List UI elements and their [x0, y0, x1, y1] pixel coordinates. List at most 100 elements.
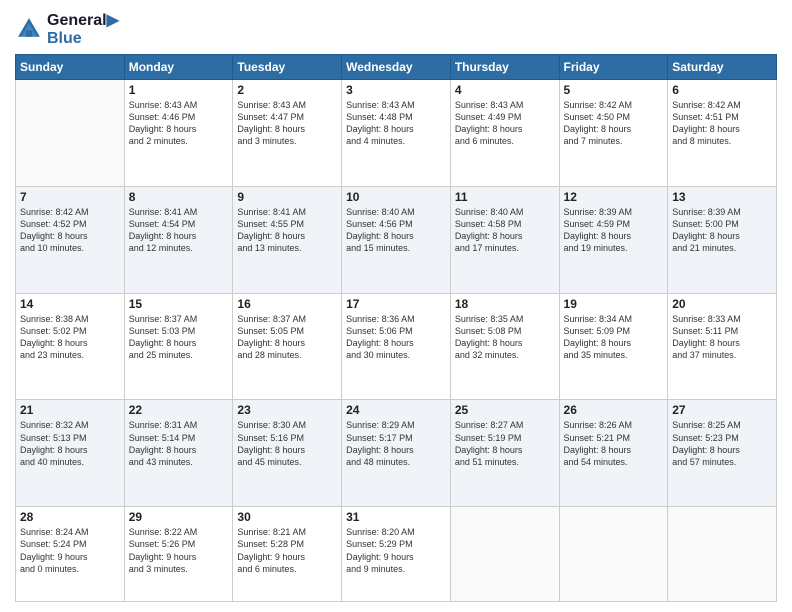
day-cell: 16 Sunrise: 8:37 AMSunset: 5:05 PMDayligh…	[233, 293, 342, 400]
header-cell-monday: Monday	[124, 55, 233, 80]
day-cell: 11Sunrise: 8:40 AMSunset: 4:58 PMDayligh…	[450, 186, 559, 293]
day-info: Sunrise: 8:41 AMSunset: 4:55 PMDaylight:…	[237, 206, 337, 255]
day-number: 20	[672, 297, 772, 311]
day-info: Sunrise: 8:43 AMSunset: 4:48 PMDaylight:…	[346, 99, 446, 148]
header-row: SundayMondayTuesdayWednesdayThursdayFrid…	[16, 55, 777, 80]
day-cell: 6 Sunrise: 8:42 AMSunset: 4:51 PMDaylight…	[668, 80, 777, 187]
day-info: Sunrise: 8:37 AMSunset: 5:05 PMDaylight:…	[237, 313, 337, 362]
week-row-5: 28 Sunrise: 8:24 AMSunset: 5:24 PMDayligh…	[16, 507, 777, 602]
week-row-4: 21 Sunrise: 8:32 AMSunset: 5:13 PMDayligh…	[16, 400, 777, 507]
day-info: Sunrise: 8:34 AMSunset: 5:09 PMDaylight:…	[564, 313, 664, 362]
day-info: Sunrise: 8:42 AMSunset: 4:51 PMDaylight:…	[672, 99, 772, 148]
day-number: 13	[672, 190, 772, 204]
day-info: Sunrise: 8:43 AMSunset: 4:46 PMDaylight:…	[129, 99, 229, 148]
day-info: Sunrise: 8:38 AMSunset: 5:02 PMDaylight:…	[20, 313, 120, 362]
day-number: 18	[455, 297, 555, 311]
day-number: 7	[20, 190, 120, 204]
day-cell: 2Sunrise: 8:43 AMSunset: 4:47 PMDaylight…	[233, 80, 342, 187]
day-info: Sunrise: 8:33 AMSunset: 5:11 PMDaylight:…	[672, 313, 772, 362]
calendar-table: SundayMondayTuesdayWednesdayThursdayFrid…	[15, 54, 777, 602]
day-number: 17	[346, 297, 446, 311]
day-cell	[16, 80, 125, 187]
day-number: 15	[129, 297, 229, 311]
day-number: 10	[346, 190, 446, 204]
day-number: 27	[672, 403, 772, 417]
day-cell: 27 Sunrise: 8:25 AMSunset: 5:23 PMDayligh…	[668, 400, 777, 507]
day-number: 21	[20, 403, 120, 417]
day-cell: 12 Sunrise: 8:39 AMSunset: 4:59 PMDayligh…	[559, 186, 668, 293]
day-cell: 22Sunrise: 8:31 AMSunset: 5:14 PMDayligh…	[124, 400, 233, 507]
day-info: Sunrise: 8:40 AMSunset: 4:56 PMDaylight:…	[346, 206, 446, 255]
header: General▶ Blue	[15, 10, 777, 48]
day-cell: 28 Sunrise: 8:24 AMSunset: 5:24 PMDayligh…	[16, 507, 125, 602]
header-cell-wednesday: Wednesday	[342, 55, 451, 80]
day-cell: 18Sunrise: 8:35 AMSunset: 5:08 PMDayligh…	[450, 293, 559, 400]
day-info: Sunrise: 8:43 AMSunset: 4:49 PMDaylight:…	[455, 99, 555, 148]
day-number: 6	[672, 83, 772, 97]
day-cell: 14 Sunrise: 8:38 AMSunset: 5:02 PMDayligh…	[16, 293, 125, 400]
day-cell: 30 Sunrise: 8:21 AMSunset: 5:28 PMDayligh…	[233, 507, 342, 602]
day-number: 28	[20, 510, 120, 524]
day-info: Sunrise: 8:39 AMSunset: 4:59 PMDaylight:…	[564, 206, 664, 255]
day-info: Sunrise: 8:25 AMSunset: 5:23 PMDaylight:…	[672, 419, 772, 468]
day-info: Sunrise: 8:37 AMSunset: 5:03 PMDaylight:…	[129, 313, 229, 362]
day-cell: 29 Sunrise: 8:22 AMSunset: 5:26 PMDayligh…	[124, 507, 233, 602]
day-cell: 19 Sunrise: 8:34 AMSunset: 5:09 PMDayligh…	[559, 293, 668, 400]
day-info: Sunrise: 8:27 AMSunset: 5:19 PMDaylight:…	[455, 419, 555, 468]
day-info: Sunrise: 8:32 AMSunset: 5:13 PMDaylight:…	[20, 419, 120, 468]
day-cell	[668, 507, 777, 602]
day-info: Sunrise: 8:29 AMSunset: 5:17 PMDaylight:…	[346, 419, 446, 468]
day-number: 1	[129, 83, 229, 97]
day-info: Sunrise: 8:24 AMSunset: 5:24 PMDaylight:…	[20, 526, 120, 575]
day-number: 14	[20, 297, 120, 311]
header-cell-friday: Friday	[559, 55, 668, 80]
day-info: Sunrise: 8:21 AMSunset: 5:28 PMDaylight:…	[237, 526, 337, 575]
week-row-3: 14 Sunrise: 8:38 AMSunset: 5:02 PMDayligh…	[16, 293, 777, 400]
day-number: 26	[564, 403, 664, 417]
day-cell: 9 Sunrise: 8:41 AMSunset: 4:55 PMDaylight…	[233, 186, 342, 293]
day-cell: 23 Sunrise: 8:30 AMSunset: 5:16 PMDayligh…	[233, 400, 342, 507]
day-info: Sunrise: 8:42 AMSunset: 4:52 PMDaylight:…	[20, 206, 120, 255]
day-cell: 17 Sunrise: 8:36 AMSunset: 5:06 PMDayligh…	[342, 293, 451, 400]
day-cell: 20 Sunrise: 8:33 AMSunset: 5:11 PMDayligh…	[668, 293, 777, 400]
header-cell-sunday: Sunday	[16, 55, 125, 80]
day-number: 16	[237, 297, 337, 311]
day-info: Sunrise: 8:39 AMSunset: 5:00 PMDaylight:…	[672, 206, 772, 255]
day-cell: 1 Sunrise: 8:43 AMSunset: 4:46 PMDaylight…	[124, 80, 233, 187]
day-info: Sunrise: 8:36 AMSunset: 5:06 PMDaylight:…	[346, 313, 446, 362]
header-cell-saturday: Saturday	[668, 55, 777, 80]
day-cell: 21 Sunrise: 8:32 AMSunset: 5:13 PMDayligh…	[16, 400, 125, 507]
day-number: 23	[237, 403, 337, 417]
day-number: 25	[455, 403, 555, 417]
day-number: 9	[237, 190, 337, 204]
day-cell: 7 Sunrise: 8:42 AMSunset: 4:52 PMDaylight…	[16, 186, 125, 293]
logo-text: General▶ Blue	[47, 10, 119, 48]
day-cell: 25 Sunrise: 8:27 AMSunset: 5:19 PMDayligh…	[450, 400, 559, 507]
day-number: 24	[346, 403, 446, 417]
day-number: 31	[346, 510, 446, 524]
day-cell: 24 Sunrise: 8:29 AMSunset: 5:17 PMDayligh…	[342, 400, 451, 507]
day-info: Sunrise: 8:41 AMSunset: 4:54 PMDaylight:…	[129, 206, 229, 255]
day-number: 22	[129, 403, 229, 417]
day-cell: 31 Sunrise: 8:20 AMSunset: 5:29 PMDayligh…	[342, 507, 451, 602]
day-number: 12	[564, 190, 664, 204]
day-cell: 3 Sunrise: 8:43 AMSunset: 4:48 PMDaylight…	[342, 80, 451, 187]
day-number: 19	[564, 297, 664, 311]
logo-icon	[15, 15, 43, 43]
day-number: 29	[129, 510, 229, 524]
calendar-page: General▶ Blue SundayMondayTuesdayWednesd…	[0, 0, 792, 612]
day-info: Sunrise: 8:30 AMSunset: 5:16 PMDaylight:…	[237, 419, 337, 468]
day-cell: 10 Sunrise: 8:40 AMSunset: 4:56 PMDayligh…	[342, 186, 451, 293]
day-info: Sunrise: 8:26 AMSunset: 5:21 PMDaylight:…	[564, 419, 664, 468]
logo: General▶ Blue	[15, 10, 119, 48]
day-number: 30	[237, 510, 337, 524]
day-cell: 4Sunrise: 8:43 AMSunset: 4:49 PMDaylight…	[450, 80, 559, 187]
day-info: Sunrise: 8:20 AMSunset: 5:29 PMDaylight:…	[346, 526, 446, 575]
week-row-2: 7 Sunrise: 8:42 AMSunset: 4:52 PMDaylight…	[16, 186, 777, 293]
day-cell	[559, 507, 668, 602]
header-cell-tuesday: Tuesday	[233, 55, 342, 80]
day-cell: 8Sunrise: 8:41 AMSunset: 4:54 PMDaylight…	[124, 186, 233, 293]
day-info: Sunrise: 8:22 AMSunset: 5:26 PMDaylight:…	[129, 526, 229, 575]
day-number: 3	[346, 83, 446, 97]
day-cell: 13 Sunrise: 8:39 AMSunset: 5:00 PMDayligh…	[668, 186, 777, 293]
